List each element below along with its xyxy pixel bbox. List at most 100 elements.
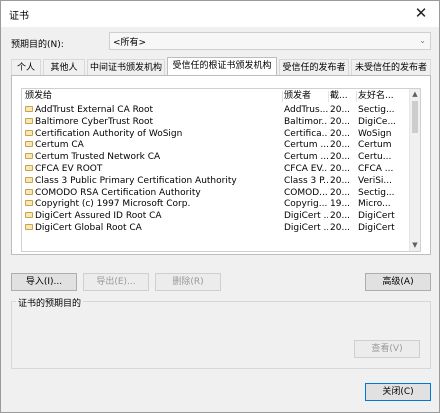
remove-button[interactable]: 删除(R) — [155, 273, 221, 291]
issued-to-cell: Copyright (c) 1997 Microsoft Corp. — [35, 199, 191, 210]
column-divider[interactable] — [282, 91, 283, 102]
advanced-button[interactable]: 高级(A) — [365, 273, 431, 291]
issued-to-cell: CFCA EV ROOT — [35, 163, 103, 174]
table-row[interactable]: CFCA EV ROOT CFCA EV... 20... CFCA ... — [22, 164, 410, 176]
friendly-name-cell: Certum — [358, 140, 392, 151]
intended-purpose-value: <所有> — [113, 38, 147, 48]
scroll-thumb[interactable] — [412, 101, 418, 133]
certificate-icon — [25, 117, 33, 124]
expiration-cell: 20... — [330, 163, 351, 174]
tab-other-people[interactable]: 其他人 — [43, 59, 85, 75]
friendly-name-cell: Certu... — [358, 152, 392, 163]
friendly-name-cell: Micro... — [358, 199, 391, 210]
certificates-dialog: 证书 ✕ 预期目的(N): <所有> ⌄ 个人 其他人 中间证书颁发机构 受信任… — [0, 0, 440, 413]
tab-personal[interactable]: 个人 — [11, 59, 41, 75]
friendly-name-cell: Sectig... — [358, 187, 395, 198]
friendly-name-cell: WoSign — [358, 128, 392, 139]
friendly-name-cell: DigiCe... — [358, 116, 397, 127]
table-row[interactable]: DigiCert Global Root CA DigiCert ... 20.… — [22, 223, 410, 235]
friendly-name-cell: DigiCert — [358, 211, 395, 222]
certificate-purposes-title: 证书的预期目的 — [16, 296, 84, 309]
friendly-name-cell: VeriSi... — [358, 175, 392, 186]
expiration-cell: 20... — [330, 105, 351, 115]
issued-to-cell: COMODO RSA Certification Authority — [35, 187, 201, 198]
table-row[interactable]: Certum CA Certum ... 20... Certum — [22, 140, 410, 152]
issued-to-cell: Certum CA — [35, 140, 84, 151]
certificate-list[interactable]: 颁发给 颁发者 截... 友好名... AddTrust External CA… — [21, 88, 421, 252]
issued-by-cell: CFCA EV... — [284, 163, 328, 174]
column-divider[interactable] — [328, 91, 329, 102]
list-rows: AddTrust External CA Root AddTrus... 20.… — [22, 105, 410, 235]
issued-by-cell: Certum ... — [284, 152, 328, 163]
view-button[interactable]: 查看(V) — [354, 340, 420, 358]
intended-purpose-dropdown[interactable]: <所有> ⌄ — [109, 32, 431, 50]
close-icon[interactable]: ✕ — [403, 1, 439, 27]
issued-to-cell: Class 3 Public Primary Certification Aut… — [35, 175, 237, 186]
issued-by-cell: Copyrig... — [284, 199, 328, 210]
tab-untrusted-publishers[interactable]: 未受信任的发布者 — [351, 59, 431, 75]
certificate-purposes-group: 证书的预期目的 查看(V) — [11, 296, 431, 369]
table-row[interactable]: Certum Trusted Network CA Certum ... 20.… — [22, 152, 410, 164]
certificate-icon — [25, 153, 33, 160]
issued-to-cell: Baltimore CyberTrust Root — [35, 116, 154, 127]
issued-by-cell: Class 3 P... — [284, 175, 328, 186]
column-issued-to[interactable]: 颁发给 — [25, 89, 283, 104]
table-row[interactable]: COMODO RSA Certification Authority COMOD… — [22, 188, 410, 200]
table-row[interactable]: AddTrust External CA Root AddTrus... 20.… — [22, 105, 410, 117]
tab-intermediate-ca[interactable]: 中间证书颁发机构 — [87, 59, 165, 75]
table-row[interactable]: Class 3 Public Primary Certification Aut… — [22, 176, 410, 188]
certificate-icon — [25, 164, 33, 171]
issued-by-cell: AddTrus... — [284, 105, 328, 115]
table-row[interactable]: DigiCert Assured ID Root CA DigiCert ...… — [22, 211, 410, 223]
chevron-down-icon: ⌄ — [419, 36, 426, 45]
expiration-cell: 20... — [330, 116, 351, 127]
table-row[interactable]: Baltimore CyberTrust Root Baltimor... 20… — [22, 117, 410, 129]
certificate-icon — [25, 129, 33, 136]
column-issued-by[interactable]: 颁发者 — [284, 89, 328, 104]
intended-purpose-label: 预期目的(N): — [11, 40, 64, 50]
export-button[interactable]: 导出(E)... — [83, 273, 149, 291]
issued-by-cell: Baltimor... — [284, 116, 328, 127]
issued-to-cell: DigiCert Global Root CA — [35, 222, 142, 233]
certificate-icon — [25, 141, 33, 148]
issued-by-cell: DigiCert ... — [284, 222, 328, 233]
issued-by-cell: COMOD... — [284, 187, 328, 198]
scroll-down-icon[interactable]: ▼ — [410, 240, 420, 251]
issued-to-cell: Certum Trusted Network CA — [35, 152, 161, 163]
expiration-cell: 20... — [330, 187, 351, 198]
certificate-icon — [25, 223, 33, 230]
issued-to-cell: AddTrust External CA Root — [35, 105, 153, 115]
certificate-icon — [25, 200, 33, 207]
issued-by-cell: Certifica... — [284, 128, 328, 139]
friendly-name-cell: CFCA ... — [358, 163, 394, 174]
column-divider[interactable] — [356, 91, 357, 102]
store-tabs: 个人 其他人 中间证书颁发机构 受信任的根证书颁发机构 受信任的发布者 未受信任… — [11, 57, 431, 75]
friendly-name-cell: DigiCert — [358, 222, 395, 233]
vertical-scrollbar[interactable]: ▲ ▼ — [409, 89, 420, 251]
column-expiration[interactable]: 截... — [330, 89, 356, 104]
table-row[interactable]: Copyright (c) 1997 Microsoft Corp. Copyr… — [22, 199, 410, 211]
window-title: 证书 — [9, 11, 29, 22]
list-header: 颁发给 颁发者 截... 友好名... — [22, 89, 410, 104]
expiration-cell: 20... — [330, 175, 351, 186]
expiration-cell: 20... — [330, 140, 351, 151]
close-button[interactable]: 关闭(C) — [365, 383, 431, 401]
issued-by-cell: DigiCert ... — [284, 211, 328, 222]
friendly-name-cell: Sectig... — [358, 105, 395, 115]
scroll-up-icon[interactable]: ▲ — [410, 89, 420, 100]
issued-to-cell: Certification Authority of WoSign — [35, 128, 183, 139]
certificate-icon — [25, 212, 33, 219]
certificate-icon — [25, 106, 33, 112]
import-button[interactable]: 导入(I)... — [11, 273, 77, 291]
tab-trusted-root-ca[interactable]: 受信任的根证书颁发机构 — [167, 57, 277, 75]
tab-trusted-publishers[interactable]: 受信任的发布者 — [279, 59, 349, 75]
certificate-icon — [25, 176, 33, 183]
column-friendly-name[interactable]: 友好名... — [358, 89, 410, 104]
expiration-cell: 20... — [330, 152, 351, 163]
title-bar: 证书 ✕ — [1, 1, 439, 27]
expiration-cell: 20... — [330, 128, 351, 139]
table-row[interactable]: Certification Authority of WoSign Certif… — [22, 129, 410, 141]
issued-by-cell: Certum ... — [284, 140, 328, 151]
certificate-icon — [25, 188, 33, 195]
expiration-cell: 20... — [330, 222, 351, 233]
